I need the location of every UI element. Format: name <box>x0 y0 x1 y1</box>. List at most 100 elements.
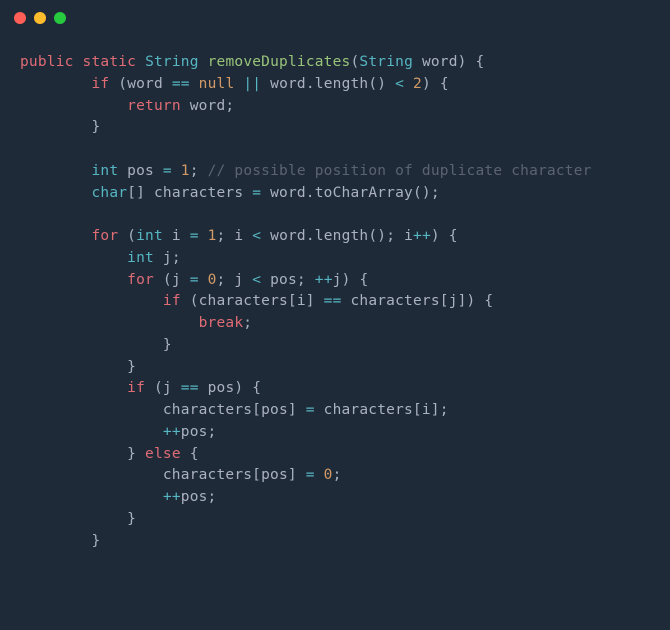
token-txt <box>172 163 181 179</box>
code-line: } else { <box>20 444 650 466</box>
token-txt <box>20 76 91 92</box>
minimize-icon[interactable] <box>34 12 46 24</box>
token-num: 1 <box>208 228 217 244</box>
token-kw: break <box>199 315 244 331</box>
token-txt: } <box>20 337 172 353</box>
token-txt: pos) { <box>199 380 262 396</box>
token-txt: ; i <box>217 228 253 244</box>
code-line: public static String removeDuplicates(St… <box>20 52 650 74</box>
token-txt: pos; <box>261 272 315 288</box>
token-txt: j; <box>154 250 181 266</box>
token-op: || <box>243 76 261 92</box>
token-txt <box>199 228 208 244</box>
token-txt <box>20 250 127 266</box>
token-comment: // possible position of duplicate charac… <box>208 163 592 179</box>
token-txt <box>199 54 208 70</box>
code-line <box>20 139 650 161</box>
token-txt: (characters[i] <box>181 293 324 309</box>
token-txt: word) { <box>413 54 484 70</box>
token-txt: ( <box>118 228 136 244</box>
code-line: characters[pos] = 0; <box>20 465 650 487</box>
token-kw: for <box>91 228 118 244</box>
code-line: characters[pos] = characters[i]; <box>20 400 650 422</box>
token-txt: word.toCharArray(); <box>261 185 440 201</box>
token-txt: ; <box>190 163 208 179</box>
code-line: ++pos; <box>20 487 650 509</box>
close-icon[interactable] <box>14 12 26 24</box>
token-txt <box>20 424 163 440</box>
token-op: = <box>190 228 199 244</box>
token-txt: } <box>20 359 136 375</box>
token-kw: public <box>20 54 74 70</box>
token-op: = <box>306 467 315 483</box>
token-txt: characters[pos] <box>20 402 306 418</box>
token-num: 0 <box>208 272 217 288</box>
token-txt <box>20 272 127 288</box>
token-type: char <box>91 185 127 201</box>
token-txt: pos <box>118 163 163 179</box>
code-line: } <box>20 357 650 379</box>
code-line: } <box>20 117 650 139</box>
code-line: } <box>20 509 650 531</box>
token-type: String <box>359 54 413 70</box>
token-txt <box>234 76 243 92</box>
token-op: ++ <box>163 489 181 505</box>
token-txt <box>20 185 91 201</box>
token-kw: else <box>145 446 181 462</box>
token-txt: } <box>20 533 100 549</box>
code-line: break; <box>20 313 650 335</box>
code-line: int pos = 1; // possible position of dup… <box>20 161 650 183</box>
token-type: int <box>136 228 163 244</box>
token-type: int <box>127 250 154 266</box>
token-txt: { <box>181 446 199 462</box>
token-kw: if <box>91 76 109 92</box>
code-line: if (characters[i] == characters[j]) { <box>20 291 650 313</box>
code-line: for (j = 0; j < pos; ++j) { <box>20 270 650 292</box>
token-txt: ; j <box>217 272 253 288</box>
token-num: null <box>199 76 235 92</box>
token-txt: ; <box>243 315 252 331</box>
code-line: if (word == null || word.length() < 2) { <box>20 74 650 96</box>
code-line: if (j == pos) { <box>20 378 650 400</box>
token-op: = <box>163 163 172 179</box>
token-txt: (j <box>154 272 190 288</box>
token-kw: return <box>127 98 181 114</box>
token-op: == <box>172 76 190 92</box>
token-op: < <box>252 228 261 244</box>
token-kw: for <box>127 272 154 288</box>
maximize-icon[interactable] <box>54 12 66 24</box>
token-type: String <box>145 54 199 70</box>
code-window: public static String removeDuplicates(St… <box>0 0 670 630</box>
token-fn: removeDuplicates <box>208 54 351 70</box>
token-txt: characters[i]; <box>315 402 449 418</box>
token-type: int <box>91 163 118 179</box>
token-kw: if <box>163 293 181 309</box>
token-txt: j) { <box>333 272 369 288</box>
token-num: 0 <box>324 467 333 483</box>
token-txt <box>190 76 199 92</box>
token-txt <box>20 293 163 309</box>
token-op: = <box>306 402 315 418</box>
code-line: char[] characters = word.toCharArray(); <box>20 183 650 205</box>
token-kw: if <box>127 380 145 396</box>
token-txt: } <box>20 119 100 135</box>
token-txt: ) { <box>422 76 449 92</box>
token-txt: i <box>163 228 190 244</box>
token-txt: ; <box>333 467 342 483</box>
code-line: ++pos; <box>20 422 650 444</box>
token-txt <box>20 228 91 244</box>
token-op: < <box>395 76 404 92</box>
code-block: public static String removeDuplicates(St… <box>0 36 670 552</box>
token-op: ++ <box>413 228 431 244</box>
window-titlebar <box>0 0 670 36</box>
token-txt: (word <box>109 76 172 92</box>
token-txt <box>136 54 145 70</box>
token-txt: word.length() <box>261 76 395 92</box>
token-txt <box>315 467 324 483</box>
token-txt <box>74 54 83 70</box>
token-txt: } <box>20 446 145 462</box>
token-op: == <box>181 380 199 396</box>
token-txt <box>20 489 163 505</box>
token-txt: characters[pos] <box>20 467 306 483</box>
code-line: } <box>20 335 650 357</box>
